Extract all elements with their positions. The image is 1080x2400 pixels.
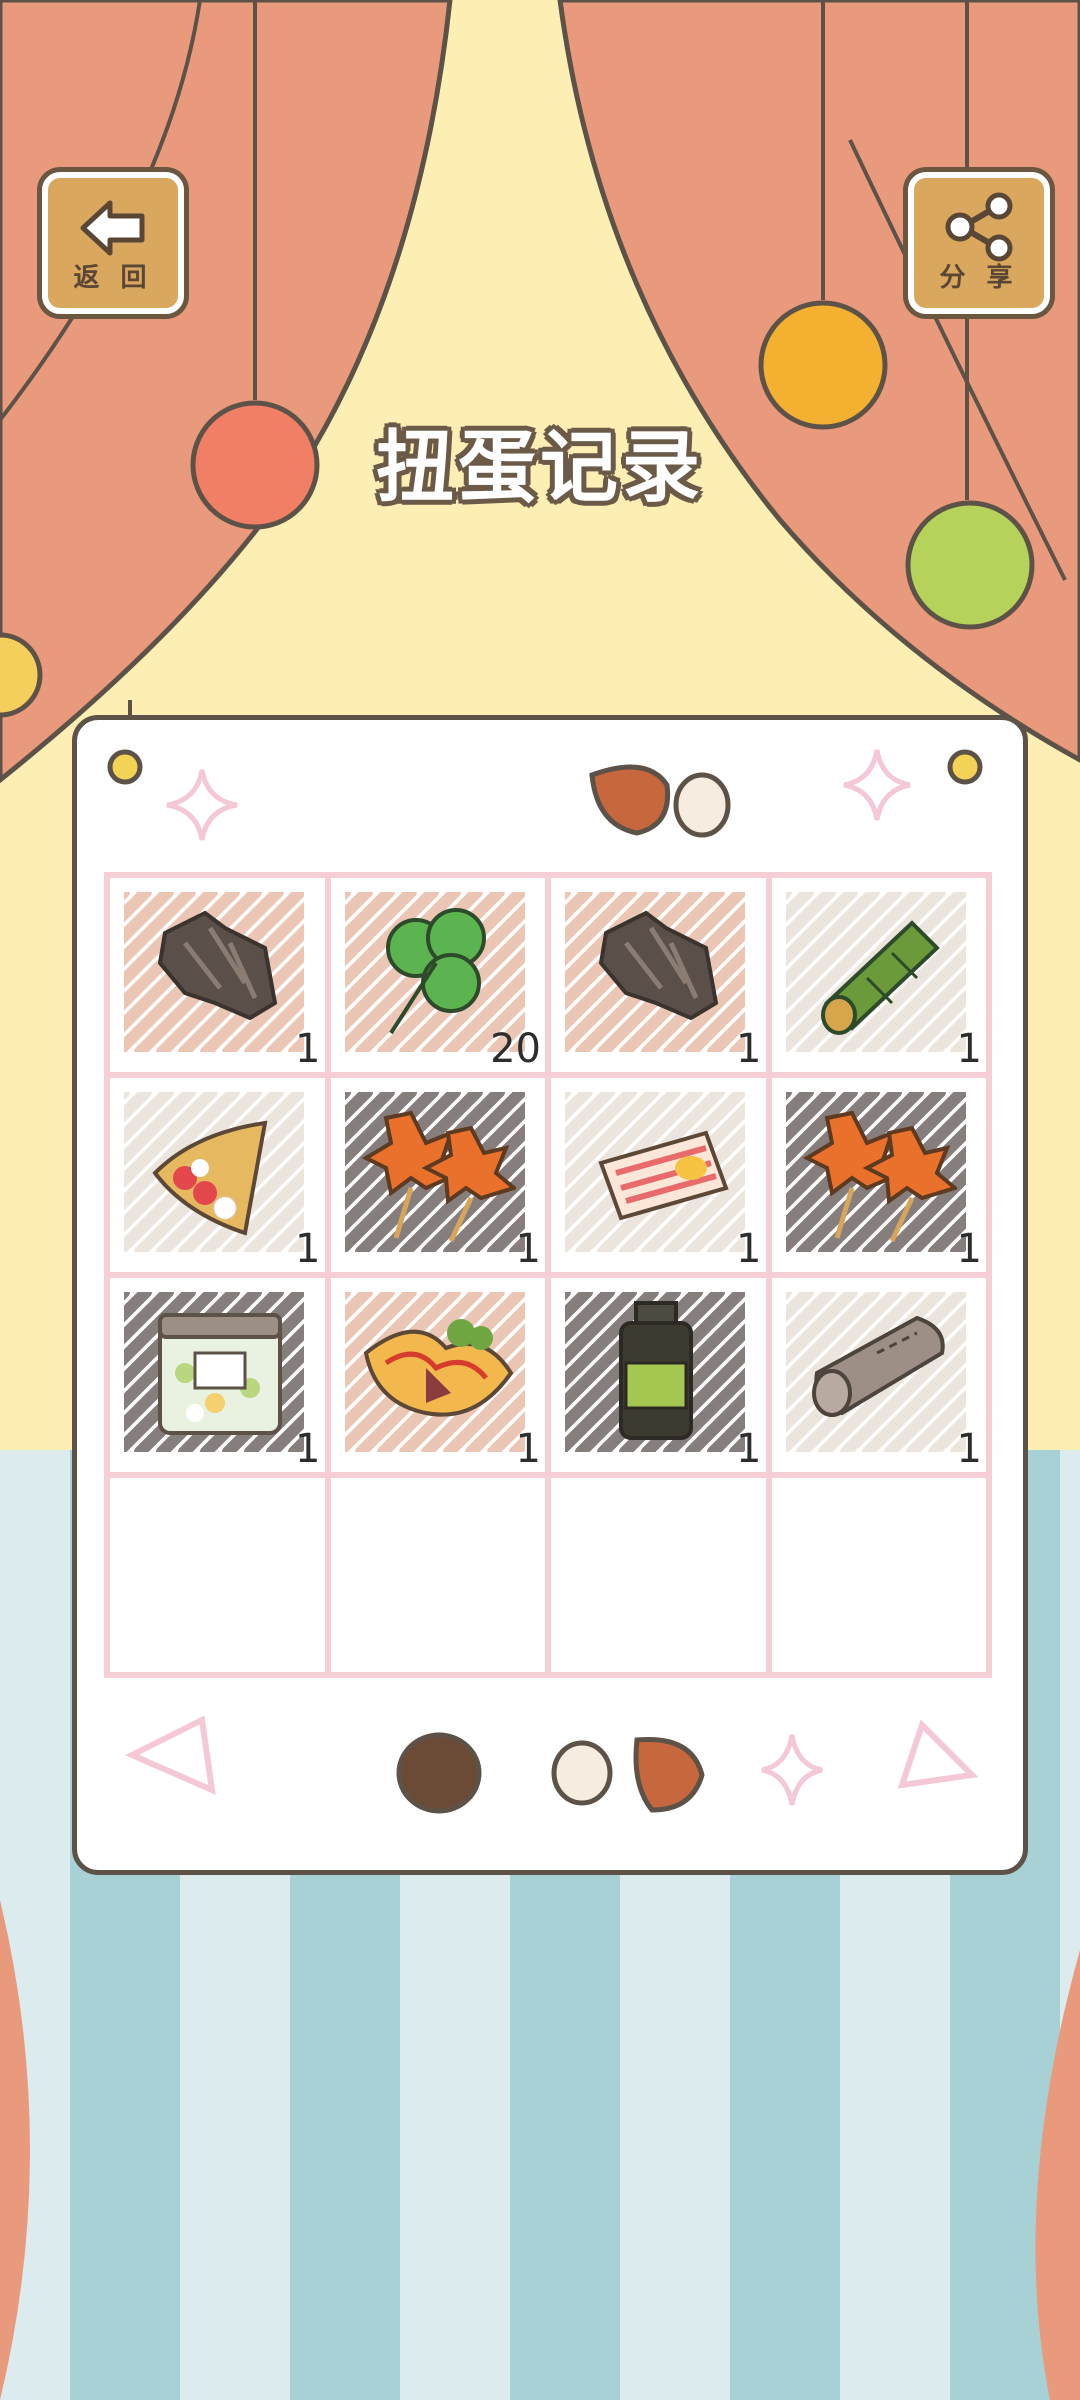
omelette-icon — [363, 1319, 513, 1417]
record-cell[interactable]: 1 — [768, 875, 989, 1075]
bacon-slice-icon — [598, 1130, 729, 1221]
cloth-roll-icon — [811, 1315, 945, 1417]
record-count: 20 — [490, 1026, 541, 1072]
record-count: 1 — [736, 1226, 762, 1272]
record-cell[interactable]: 1 — [548, 1275, 769, 1475]
record-cell[interactable]: 20 — [327, 875, 548, 1075]
bamboo-icon — [820, 920, 940, 1035]
record-count: 1 — [956, 1426, 982, 1472]
record-cell[interactable]: 1 — [548, 1075, 769, 1275]
record-cell[interactable]: 1 — [107, 1275, 328, 1475]
record-count: 1 — [736, 1426, 762, 1472]
record-count: 1 — [956, 1026, 982, 1072]
record-count: 1 — [515, 1226, 541, 1272]
bark-icon — [598, 910, 719, 1021]
record-count: 1 — [295, 1426, 321, 1472]
record-cell[interactable]: 1 — [768, 1075, 989, 1275]
arrow-left-icon — [80, 200, 145, 256]
record-count: 1 — [736, 1026, 762, 1072]
record-count: 1 — [295, 1226, 321, 1272]
record-cell-empty — [548, 1475, 769, 1675]
gacha-record-grid: 1 20 1 1 1 1 1 1 1 1 1 1 — [104, 872, 992, 1678]
record-cell[interactable]: 1 — [107, 875, 328, 1075]
strawberry-crepe-icon — [152, 1120, 268, 1236]
candy-jar-icon — [158, 1313, 282, 1435]
share-button[interactable]: 分 享 — [908, 172, 1050, 314]
maple-leaf-skewer-icon — [361, 1110, 516, 1243]
share-icon — [945, 192, 1013, 262]
record-cell[interactable]: 1 — [107, 1075, 328, 1275]
record-count: 1 — [295, 1026, 321, 1072]
record-count: 1 — [956, 1226, 982, 1272]
record-cell[interactable]: 1 — [327, 1275, 548, 1475]
medicine-bottle-icon — [619, 1301, 693, 1440]
share-label: 分 享 — [939, 263, 1019, 293]
record-cell[interactable]: 1 — [327, 1075, 548, 1275]
page-title: 扭蛋记录 — [375, 423, 704, 513]
record-cell-empty — [327, 1475, 548, 1675]
record-count: 1 — [515, 1426, 541, 1472]
clover-icon — [385, 908, 486, 1035]
record-cell-empty — [107, 1475, 328, 1675]
bark-icon — [157, 910, 278, 1021]
record-cell[interactable]: 1 — [768, 1275, 989, 1475]
chestnut-icon — [589, 764, 731, 838]
maple-leaf-skewer-icon — [802, 1110, 957, 1243]
back-button[interactable]: 返 回 — [42, 172, 184, 314]
back-label: 返 回 — [73, 263, 153, 293]
record-cell-empty — [768, 1475, 989, 1675]
record-cell[interactable]: 1 — [548, 875, 769, 1075]
